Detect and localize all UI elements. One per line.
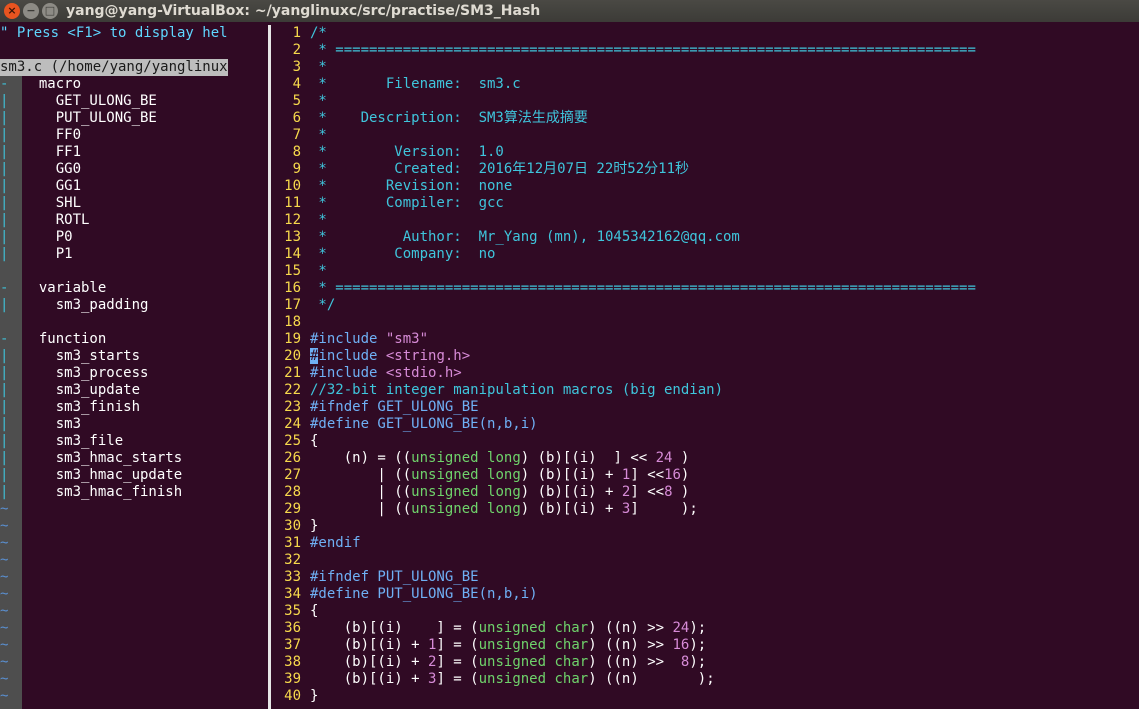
code-text: #define PUT_ULONG_BE(n,b,i) [310, 586, 538, 602]
code-text: #ifndef PUT_ULONG_BE [310, 569, 479, 585]
window-title: yang@yang-VirtualBox: ~/yanglinuxc/src/p… [66, 3, 541, 19]
line-number: 29 [284, 501, 301, 517]
line-number: 33 [284, 569, 301, 585]
code-text: (b)[(i) + 1] = (unsigned char) ((n) >> 1… [310, 637, 707, 653]
code-text: (b)[(i) ] = (unsigned char) ((n) >> 24); [310, 620, 707, 636]
line-number: 34 [284, 586, 301, 602]
code-text: /* [310, 25, 327, 41]
code-text: #define GET_ULONG_BE(n,b,i) [310, 416, 538, 432]
code-text: * Description: SM3算法生成摘要 [310, 110, 588, 126]
code-text: | ((unsigned long) (b)[(i) + 2] <<8 ) [310, 484, 690, 500]
line-number: 20 [284, 348, 301, 364]
window-titlebar[interactable]: × − □ yang@yang-VirtualBox: ~/yanglinuxc… [0, 0, 1139, 22]
code-text: * ======================================… [310, 280, 976, 296]
code-text: | ((unsigned long) (b)[(i) + 3] ); [310, 501, 698, 517]
line-number: 25 [284, 433, 301, 449]
line-number: 26 [284, 450, 301, 466]
code-text: * Author: Mr_Yang (mn), 1045342162@qq.co… [310, 229, 740, 245]
code-text: * Revision: none [310, 178, 513, 194]
line-number: 5 [292, 93, 301, 109]
code-text: * Created: 2016年12月07日 22时52分11秒 [310, 161, 690, 177]
line-number: 19 [284, 331, 301, 347]
line-number: 39 [284, 671, 301, 687]
code-text: (b)[(i) + 2] = (unsigned char) ((n) >> 8… [310, 654, 707, 670]
line-number: 30 [284, 518, 301, 534]
line-number: 40 [284, 688, 301, 704]
minimize-icon[interactable]: − [23, 3, 39, 19]
code-text: #include <string.h> [310, 348, 471, 364]
line-number: 1 [292, 25, 301, 41]
maximize-icon[interactable]: □ [42, 3, 58, 19]
code-text: * ======================================… [310, 42, 976, 58]
line-number: 31 [284, 535, 301, 551]
line-number: 24 [284, 416, 301, 432]
line-number: 22 [284, 382, 301, 398]
line-number: 37 [284, 637, 301, 653]
line-number: 3 [292, 59, 301, 75]
code-text: * [310, 263, 327, 279]
line-number: 9 [292, 161, 301, 177]
line-number: 7 [292, 127, 301, 143]
line-number: 11 [284, 195, 301, 211]
line-number: 38 [284, 654, 301, 670]
close-icon[interactable]: × [4, 3, 20, 19]
code-text: (b)[(i) + 3] = (unsigned char) ((n) ); [310, 671, 715, 687]
code-text: | ((unsigned long) (b)[(i) + 1] <<16) [310, 467, 690, 483]
line-number: 27 [284, 467, 301, 483]
code-text: * [310, 59, 327, 75]
line-number: 23 [284, 399, 301, 415]
line-number: 21 [284, 365, 301, 381]
line-number: 2 [292, 42, 301, 58]
code-text: * Compiler: gcc [310, 195, 504, 211]
code-text: } [310, 688, 319, 704]
line-number: 8 [292, 144, 301, 160]
code-text: * [310, 127, 327, 143]
code-text: * Filename: sm3.c [310, 76, 521, 92]
code-text: #ifndef GET_ULONG_BE [310, 399, 479, 415]
line-number: 36 [284, 620, 301, 636]
line-number: 10 [284, 178, 301, 194]
code-text: #include "sm3" [310, 331, 429, 347]
line-number: 12 [284, 212, 301, 228]
code-text: #include <stdio.h> [310, 365, 462, 381]
code-text: //32-bit integer manipulation macros (bi… [310, 382, 724, 398]
code-text: (n) = ((unsigned long) (b)[(i) ] << 24 ) [310, 450, 690, 466]
line-number: 13 [284, 229, 301, 245]
code-text: { [310, 603, 319, 619]
code-text: #endif [310, 535, 361, 551]
code-text: * [310, 212, 327, 228]
line-number: 28 [284, 484, 301, 500]
code-text: * Company: no [310, 246, 496, 262]
code-text: * Version: 1.0 [310, 144, 504, 160]
code-text: */ [310, 297, 336, 313]
code-text: * [310, 93, 327, 109]
line-number: 15 [284, 263, 301, 279]
code-text: } [310, 518, 319, 534]
line-number: 6 [292, 110, 301, 126]
line-number: 17 [284, 297, 301, 313]
line-number: 14 [284, 246, 301, 262]
editor-pane[interactable]: 1 /* 2 * =================================… [0, 25, 1139, 709]
line-number: 18 [284, 314, 301, 330]
line-number: 35 [284, 603, 301, 619]
line-number: 4 [292, 76, 301, 92]
line-number: 16 [284, 280, 301, 296]
code-text: { [310, 433, 319, 449]
line-number: 32 [284, 552, 301, 568]
